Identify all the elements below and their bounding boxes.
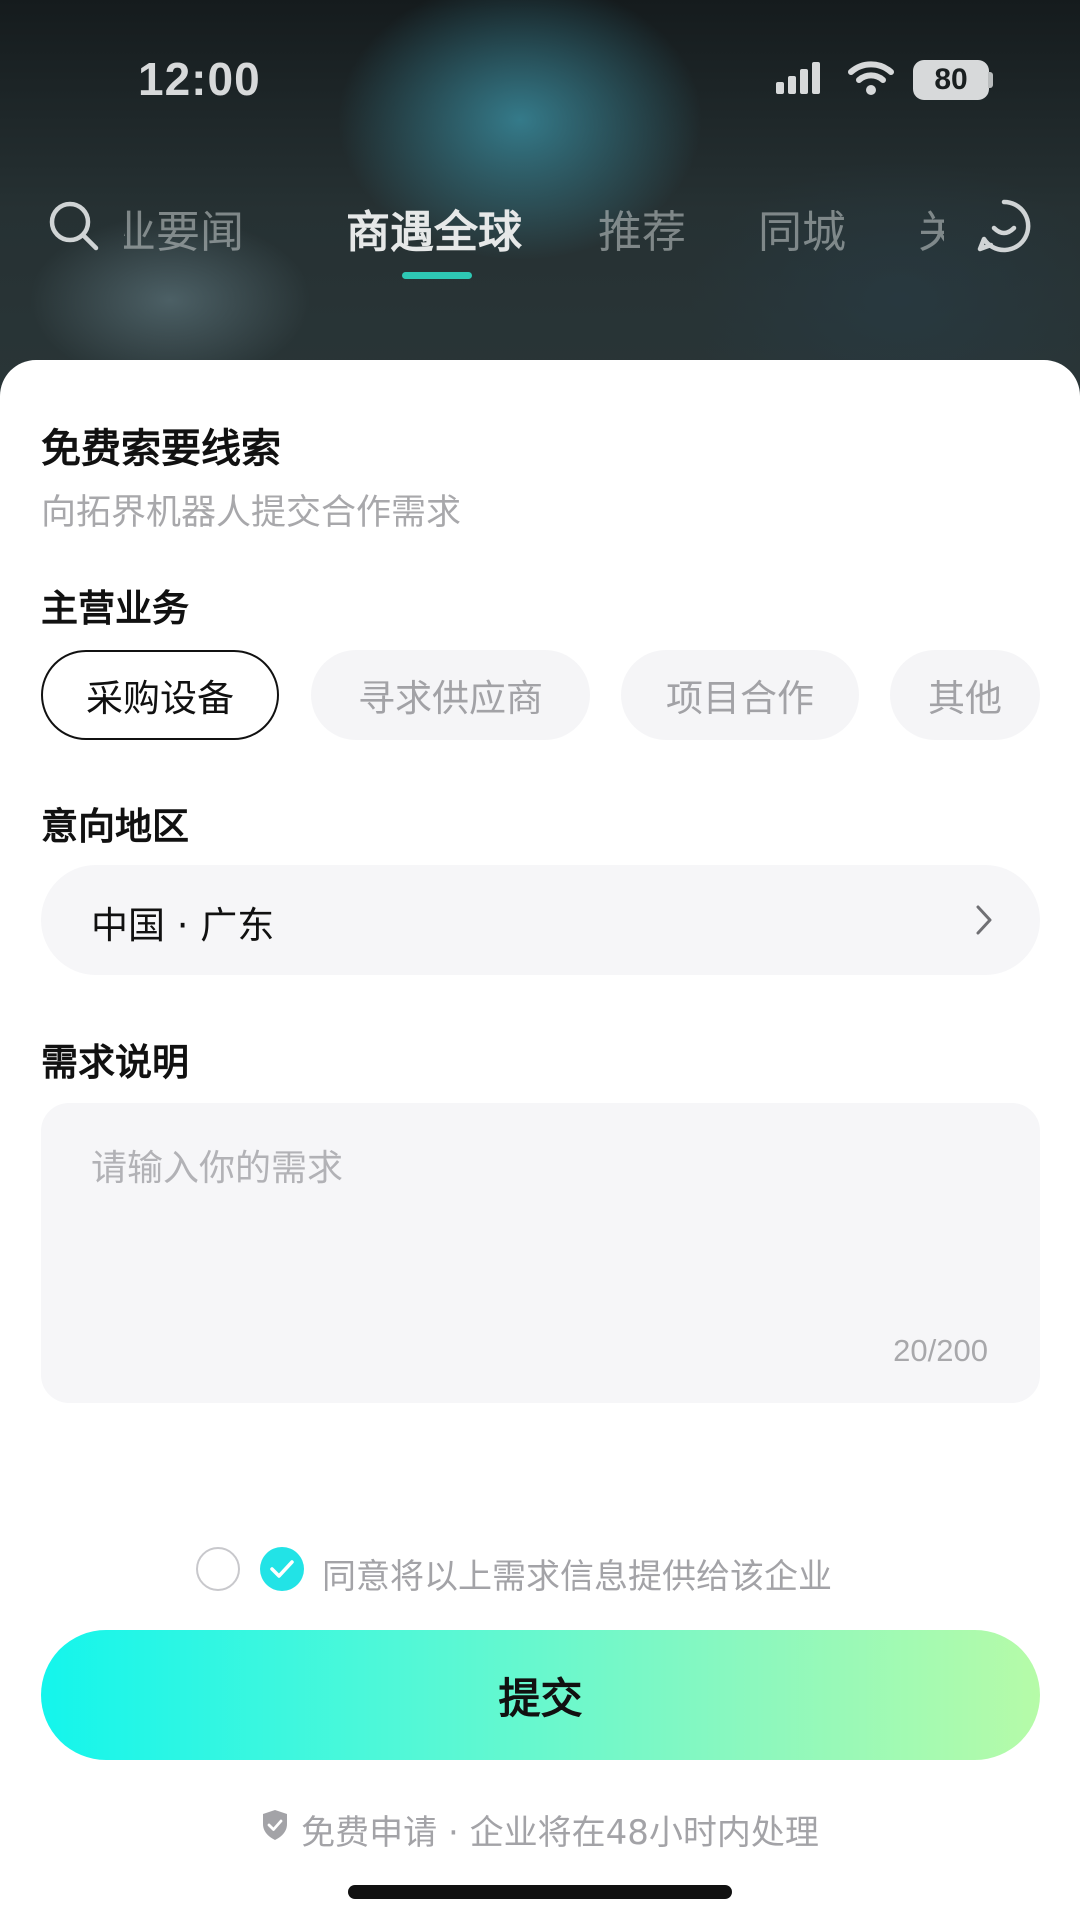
description-label: 需求说明 (41, 1041, 189, 1084)
agreement-text: 同意将以上需求信息提供给该企业 (322, 1557, 832, 1597)
region-label: 意向地区 (41, 805, 189, 848)
description-placeholder: 请输入你的需求 (91, 1148, 344, 1189)
cellular-signal-icon (776, 60, 820, 100)
tab-global-business[interactable]: 商遇全球 (346, 196, 522, 260)
search-icon[interactable] (46, 198, 102, 258)
footer-note-text: 免费申请 · 企业将在48小时内处理 (301, 1813, 819, 1853)
active-tab-indicator (402, 272, 472, 279)
battery-tip (988, 72, 993, 88)
tab-following[interactable]: 关注 (918, 196, 944, 260)
description-input[interactable]: 请输入你的需求 20/200 (41, 1103, 1040, 1403)
sheet-title: 免费索要线索 (41, 426, 281, 472)
footer-note: 免费申请 · 企业将在48小时内处理 (0, 1805, 1080, 1854)
submit-button[interactable]: 提交 (41, 1630, 1040, 1760)
wifi-icon (848, 58, 894, 102)
lead-request-sheet: 免费索要线索 向拓界机器人提交合作需求 主营业务 采购设备 寻求供应商 项目合作… (0, 360, 1080, 1920)
region-selector[interactable]: 中国 · 广东 (41, 865, 1040, 975)
business-option-other[interactable]: 其他 (890, 650, 1040, 740)
unchecked-radio[interactable] (196, 1547, 240, 1591)
business-option-purchase-equipment[interactable]: 采购设备 (41, 650, 279, 740)
business-option-find-supplier[interactable]: 寻求供应商 (311, 650, 590, 740)
nav-tabs: 行业要闻 商遇全球 推荐 同城 关注 (124, 180, 944, 280)
tab-local[interactable]: 同城 (758, 196, 846, 260)
sheet-subtitle: 向拓界机器人提交合作需求 (41, 493, 462, 533)
home-indicator (348, 1885, 732, 1899)
agree-checkbox[interactable] (260, 1547, 304, 1591)
character-counter: 20/200 (893, 1333, 988, 1368)
tab-industry-news[interactable]: 行业要闻 (124, 196, 244, 260)
business-label: 主营业务 (41, 587, 189, 630)
status-bar: 12:00 80 (0, 0, 1080, 160)
status-time: 12:00 (138, 53, 261, 105)
chevron-right-icon (974, 903, 994, 941)
message-icon[interactable] (976, 198, 1032, 258)
business-option-project-cooperation[interactable]: 项目合作 (621, 650, 859, 740)
battery-icon: 80 (913, 60, 989, 100)
top-nav: 行业要闻 商遇全球 推荐 同城 关注 (0, 180, 1080, 280)
tab-recommend[interactable]: 推荐 (598, 196, 686, 260)
region-value: 中国 · 广东 (91, 904, 275, 947)
checkmark-icon (270, 1560, 294, 1578)
shield-check-icon (261, 1809, 289, 1850)
agreement-row: 同意将以上需求信息提供给该企业 (0, 1545, 1080, 1597)
